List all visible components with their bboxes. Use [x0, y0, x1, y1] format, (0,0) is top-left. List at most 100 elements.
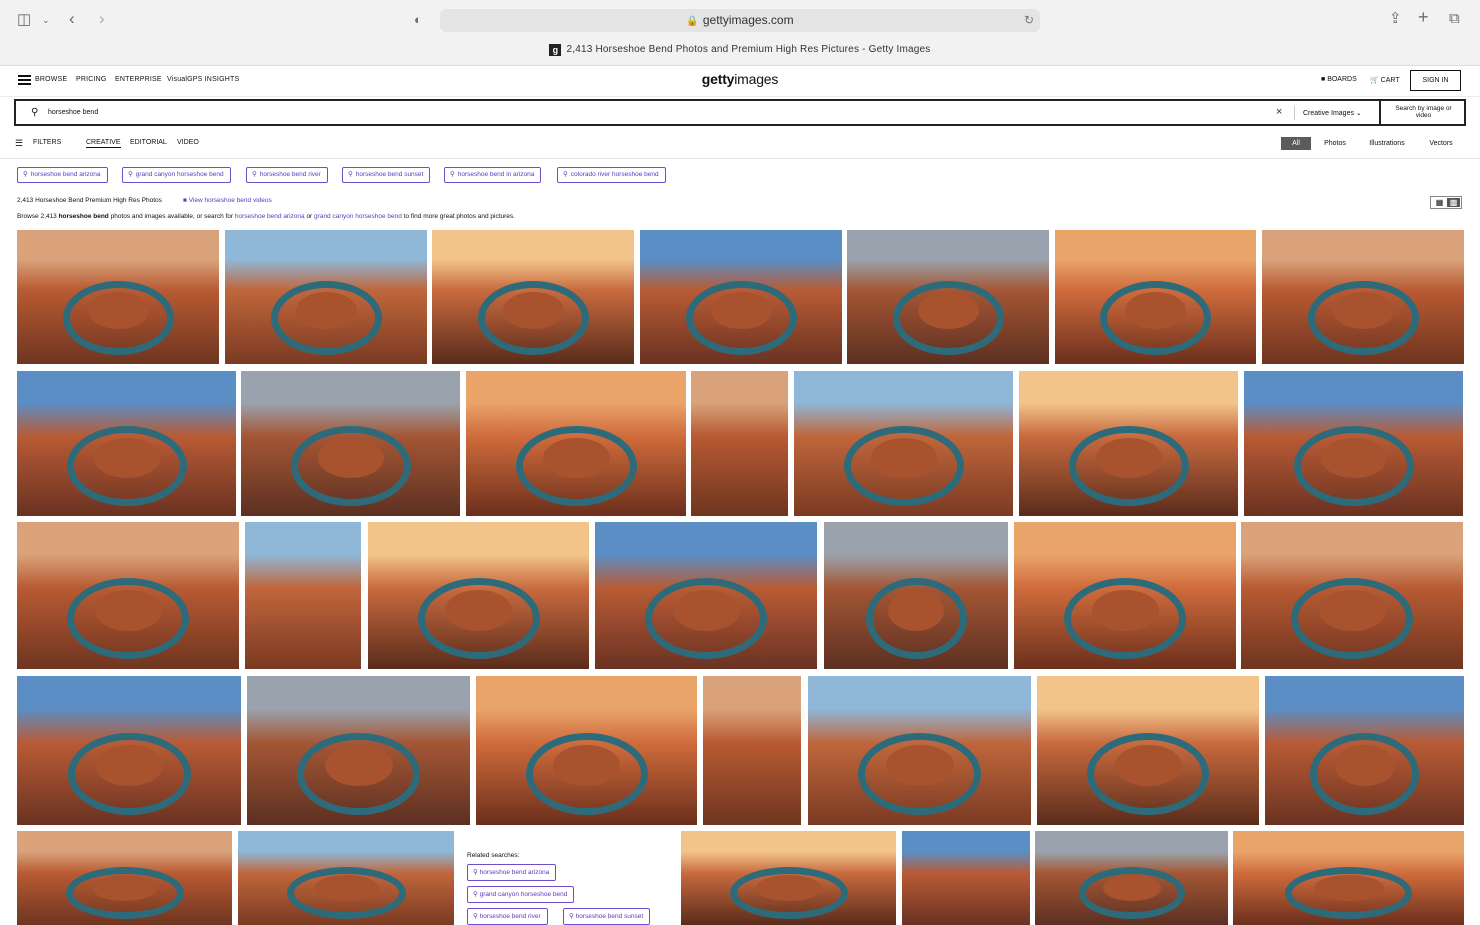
related-chip-horseshoe-bend-arizona[interactable]: ⚲ horseshoe bend arizona: [467, 864, 557, 881]
chip-colorado-river-horseshoe-bend[interactable]: ⚲ colorado river horseshoe bend: [557, 167, 666, 183]
forward-icon[interactable]: ›: [99, 10, 105, 27]
photo-tile[interactable]: [241, 371, 460, 516]
photo-tile[interactable]: [17, 676, 241, 825]
related-chip-horseshoe-bend-river[interactable]: ⚲ horseshoe bend river: [467, 908, 548, 925]
search-input[interactable]: horseshoe bend: [48, 109, 98, 116]
link-grand-canyon-horseshoe-bend[interactable]: grand canyon horseshoe bend: [314, 213, 402, 220]
chip-horseshoe-bend-arizona[interactable]: ⚲ horseshoe bend arizona: [17, 167, 108, 183]
mosaic-view-icon[interactable]: ▩: [1447, 198, 1460, 207]
view-videos-label: View horseshoe bend videos: [188, 197, 272, 204]
rock-shape: [318, 438, 384, 478]
photo-tile[interactable]: [681, 831, 896, 925]
site-header: BROWSE PRICING ENTERPRISE VisualGPS INSI…: [0, 66, 1480, 97]
photo-tile[interactable]: [432, 230, 634, 364]
photo-tile[interactable]: [1019, 371, 1238, 516]
filters-button[interactable]: FILTERS: [33, 139, 61, 146]
chip-label: horseshoe bend arizona: [30, 171, 101, 178]
segment-photos[interactable]: Photos: [1318, 137, 1352, 150]
photo-tile[interactable]: [595, 522, 817, 669]
view-videos-link[interactable]: ■ View horseshoe bend videos: [183, 197, 272, 204]
photo-tile[interactable]: [1262, 230, 1464, 364]
related-chip-horseshoe-bend-sunset[interactable]: ⚲ horseshoe bend sunset: [563, 908, 651, 925]
photo-tile[interactable]: [1055, 230, 1256, 364]
photo-tile[interactable]: [225, 230, 427, 364]
related-chip-grand-canyon-horseshoe-bend[interactable]: ⚲ grand canyon horseshoe bend: [467, 886, 575, 903]
rock-shape: [95, 590, 162, 631]
photo-tile[interactable]: [691, 371, 788, 516]
link-horseshoe-bend-arizona[interactable]: horseshoe bend arizona: [235, 213, 305, 220]
photo-tile[interactable]: [1037, 676, 1259, 825]
new-tab-icon[interactable]: +: [1418, 8, 1429, 26]
rock-shape: [1319, 590, 1386, 631]
photo-tile[interactable]: [17, 522, 239, 669]
tab-creative[interactable]: CREATIVE: [86, 139, 121, 148]
photo-tile[interactable]: [1014, 522, 1236, 669]
filter-bar: ☰ FILTERS CREATIVE EDITORIAL VIDEO All P…: [0, 128, 1480, 159]
sidebar-toggle-icon[interactable]: ◫: [17, 12, 31, 28]
segment-illustrations[interactable]: Illustrations: [1362, 137, 1412, 150]
search-bar: ⚲ horseshoe bend × Creative Images ⌄ Sea…: [14, 99, 1466, 126]
image-type-select[interactable]: Creative Images ⌄: [1303, 109, 1362, 117]
photo-tile[interactable]: [902, 831, 1030, 925]
clear-search-icon[interactable]: ×: [1276, 106, 1282, 118]
photo-tile[interactable]: [1035, 831, 1228, 925]
browse-mid: photos and images available, or search f…: [108, 213, 235, 220]
share-icon[interactable]: ⇪: [1389, 11, 1402, 27]
rock-shape: [543, 438, 610, 478]
browse-post: to find more great photos and pictures.: [401, 213, 515, 220]
photo-tile[interactable]: [245, 522, 361, 669]
photo-tile[interactable]: [238, 831, 454, 925]
photo-tile[interactable]: [1233, 831, 1464, 925]
photo-tile[interactable]: [1244, 371, 1463, 516]
photo-tile[interactable]: [17, 831, 232, 925]
chip-horseshoe-bend-in-arizona[interactable]: ⚲ horseshoe bend in arizona: [444, 167, 542, 183]
photo-tile[interactable]: [640, 230, 842, 364]
video-icon: ■: [183, 197, 187, 204]
sign-in-button[interactable]: SIGN IN: [1410, 70, 1461, 91]
chip-horseshoe-bend-sunset[interactable]: ⚲ horseshoe bend sunset: [342, 167, 431, 183]
photo-tile[interactable]: [808, 676, 1031, 825]
chip-label: grand canyon horseshoe bend: [135, 171, 224, 178]
photo-tile[interactable]: [847, 230, 1049, 364]
photo-tile[interactable]: [794, 371, 1013, 516]
sliders-icon[interactable]: ☰: [15, 138, 23, 149]
photo-tile[interactable]: [17, 371, 236, 516]
visual-search-line2: video: [1415, 112, 1432, 119]
chip-grand-canyon-horseshoe-bend[interactable]: ⚲ grand canyon horseshoe bend: [122, 167, 231, 183]
tabs-overview-icon[interactable]: ⧉: [1449, 11, 1460, 27]
photo-tile[interactable]: [476, 676, 697, 825]
shield-icon[interactable]: ◐: [414, 12, 422, 28]
related-searches-label: Related searches:: [467, 852, 520, 859]
photo-tile[interactable]: [466, 371, 686, 516]
chevron-down-icon[interactable]: ⌄: [42, 12, 50, 28]
back-icon[interactable]: ‹: [69, 10, 75, 27]
photo-tile[interactable]: [17, 230, 219, 364]
segment-vectors[interactable]: Vectors: [1424, 137, 1458, 150]
rock-shape: [445, 590, 512, 631]
rock-shape: [1092, 590, 1159, 631]
browser-chrome: ◫ ⌄ ‹ › ◐ 🔒 gettyimages.com ↻ ⇪ + ⧉ g 2,41…: [0, 0, 1480, 66]
tab-title[interactable]: g 2,413 Horseshoe Bend Photos and Premium…: [0, 44, 1480, 56]
getty-logo[interactable]: gettyimages: [0, 71, 1480, 87]
search-by-image-button[interactable]: Search by image or video: [1379, 99, 1466, 126]
photo-tile[interactable]: [368, 522, 589, 669]
boards-link[interactable]: ■ BOARDS: [1321, 76, 1357, 83]
logo-bold: getty: [701, 71, 735, 87]
photo-tile[interactable]: [1265, 676, 1464, 825]
rock-shape: [711, 292, 772, 329]
photo-tile[interactable]: [1241, 522, 1463, 669]
photo-tile[interactable]: [247, 676, 470, 825]
tab-video[interactable]: VIDEO: [177, 139, 199, 146]
tab-editorial[interactable]: EDITORIAL: [130, 139, 167, 146]
photo-tile[interactable]: [824, 522, 1008, 669]
reload-icon[interactable]: ↻: [1024, 9, 1034, 32]
grid-view-icon[interactable]: ▦: [1433, 198, 1446, 207]
segment-all[interactable]: All: [1281, 137, 1311, 150]
photo-tile[interactable]: [703, 676, 801, 825]
cart-link[interactable]: 🛒 CART: [1370, 76, 1400, 84]
rock-shape: [888, 590, 944, 631]
search-icon[interactable]: ⚲: [31, 107, 38, 118]
chip-horseshoe-bend-river[interactable]: ⚲ horseshoe bend river: [246, 167, 328, 183]
address-bar[interactable]: 🔒 gettyimages.com ↻: [440, 9, 1040, 32]
rock-shape: [886, 745, 954, 786]
